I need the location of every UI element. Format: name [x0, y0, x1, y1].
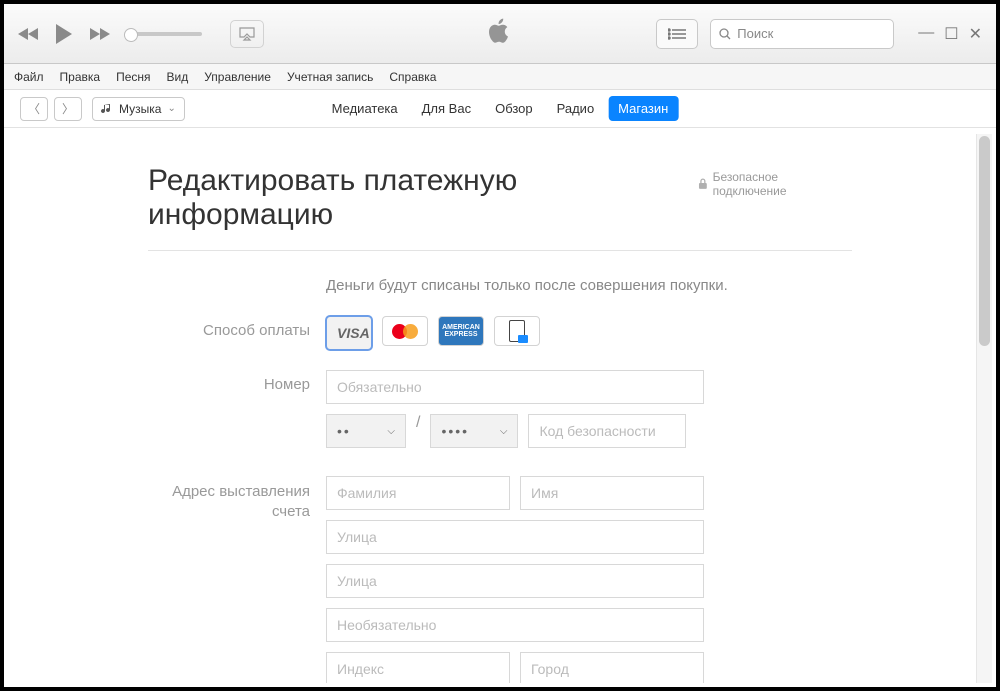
- category-label: Музыка: [119, 102, 161, 116]
- menu-edit[interactable]: Правка: [60, 70, 101, 84]
- tabs: Медиатека Для Вас Обзор Радио Магазин: [322, 96, 679, 121]
- street1-field[interactable]: [326, 520, 704, 554]
- secure-badge: Безопасное подключение: [698, 170, 852, 198]
- tab-radio[interactable]: Радио: [547, 96, 605, 121]
- card-number-field[interactable]: [326, 370, 704, 404]
- menu-bar: Файл Правка Песня Вид Управление Учетная…: [4, 64, 996, 90]
- page-title: Редактировать платежную информацию: [148, 164, 698, 232]
- firstname-field[interactable]: [520, 476, 704, 510]
- search-input[interactable]: Поиск: [710, 19, 894, 49]
- street2-field[interactable]: [326, 564, 704, 598]
- tab-store[interactable]: Магазин: [608, 96, 678, 121]
- exp-year-select[interactable]: ••••⌵: [430, 414, 518, 448]
- payopt-mobile[interactable]: [494, 316, 540, 346]
- chevron-down-icon: ⌵: [500, 426, 508, 437]
- right-controls: Поиск ― ☐ ✕: [656, 19, 982, 49]
- city-field[interactable]: [520, 652, 704, 683]
- nav-row: 〈 〉 Музыка ⌄ Медиатека Для Вас Обзор Рад…: [4, 90, 996, 128]
- prev-track-button[interactable]: [18, 26, 40, 42]
- list-view-button[interactable]: [656, 19, 698, 49]
- exp-month-select[interactable]: ••⌵: [326, 414, 406, 448]
- music-icon: [101, 103, 113, 115]
- tab-browse[interactable]: Обзор: [485, 96, 543, 121]
- menu-controls[interactable]: Управление: [204, 70, 271, 84]
- menu-help[interactable]: Справка: [389, 70, 436, 84]
- toolbar: Поиск ― ☐ ✕: [4, 4, 996, 64]
- label-payment-method: Способ оплаты: [148, 316, 326, 350]
- play-button[interactable]: [54, 23, 74, 45]
- search-icon: [719, 28, 731, 40]
- forward-button[interactable]: 〉: [54, 97, 82, 121]
- payopt-visa[interactable]: VISA: [326, 316, 372, 350]
- label-number: Номер: [148, 370, 326, 448]
- app-window: Поиск ― ☐ ✕ Файл Правка Песня Вид Управл…: [0, 0, 1000, 691]
- postcode-field[interactable]: [326, 652, 510, 683]
- volume-slider[interactable]: [130, 32, 202, 36]
- menu-song[interactable]: Песня: [116, 70, 150, 84]
- lastname-field[interactable]: [326, 476, 510, 510]
- close-button[interactable]: ✕: [969, 24, 982, 44]
- phone-icon: [509, 320, 525, 342]
- chevron-updown-icon: ⌄: [167, 103, 175, 114]
- airplay-button[interactable]: [230, 20, 264, 48]
- payopt-amex[interactable]: AMERICAN EXPRESS: [438, 316, 484, 346]
- tab-library[interactable]: Медиатека: [322, 96, 408, 121]
- window-controls: ― ☐ ✕: [918, 24, 982, 44]
- label-billing-address: Адрес выставления счета: [148, 476, 326, 683]
- chevron-down-icon: ⌵: [387, 426, 395, 437]
- back-button[interactable]: 〈: [20, 97, 48, 121]
- payment-note: Деньги будут списаны только после соверш…: [326, 277, 852, 294]
- menu-file[interactable]: Файл: [14, 70, 44, 84]
- media-category-select[interactable]: Музыка ⌄: [92, 97, 185, 121]
- payment-options: VISA AMERICAN EXPRESS: [326, 316, 540, 350]
- search-placeholder: Поиск: [737, 26, 773, 41]
- payopt-mastercard[interactable]: [382, 316, 428, 346]
- maximize-button[interactable]: ☐: [944, 24, 958, 44]
- menu-account[interactable]: Учетная запись: [287, 70, 373, 84]
- minimize-button[interactable]: ―: [918, 24, 934, 44]
- scrollbar-thumb[interactable]: [979, 136, 990, 346]
- scrollbar[interactable]: [976, 134, 992, 683]
- next-track-button[interactable]: [88, 26, 110, 42]
- tab-for-you[interactable]: Для Вас: [412, 96, 481, 121]
- menu-view[interactable]: Вид: [167, 70, 189, 84]
- apple-logo-icon: [489, 18, 511, 49]
- lock-icon: [698, 178, 708, 190]
- optional-field[interactable]: [326, 608, 704, 642]
- playback-controls: [18, 20, 264, 48]
- content-area: Редактировать платежную информацию Безоп…: [8, 134, 992, 683]
- cvv-field[interactable]: [528, 414, 686, 448]
